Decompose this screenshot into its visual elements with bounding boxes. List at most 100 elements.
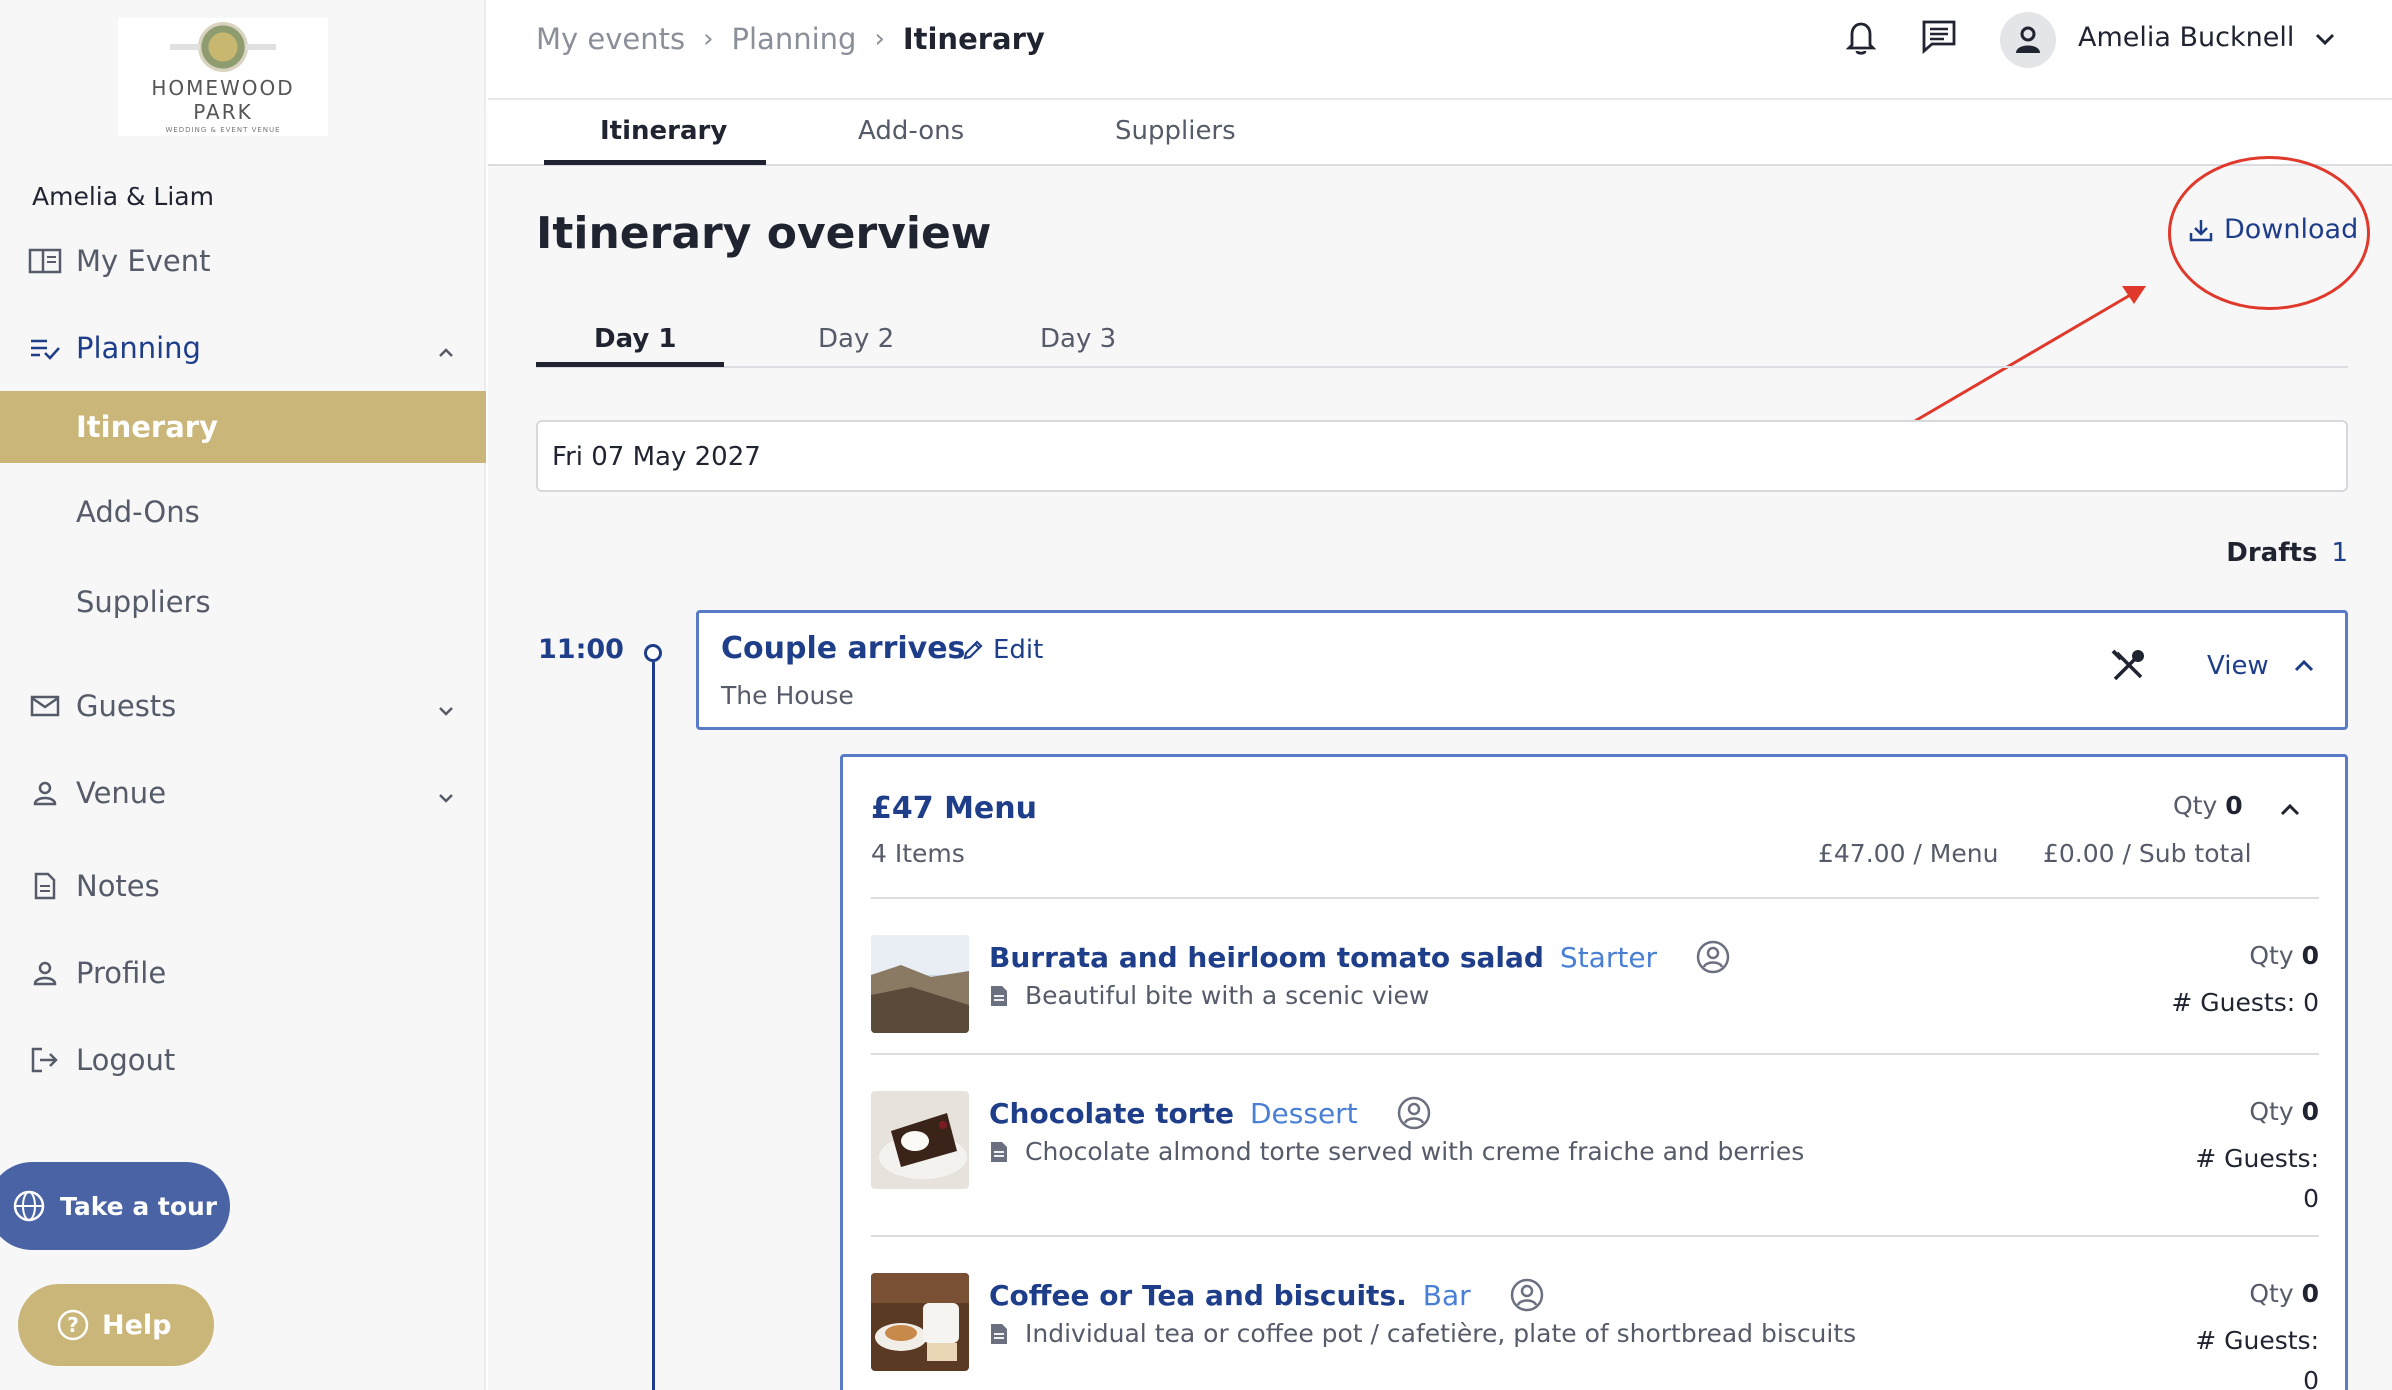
menu-title: £47 Menu xyxy=(871,791,1037,826)
document-icon xyxy=(991,1141,1007,1162)
breadcrumb-planning[interactable]: Planning xyxy=(732,22,857,56)
logo-emblem-icon xyxy=(170,22,276,72)
item-name-row: Burrata and heirloom tomato salad Starte… xyxy=(989,939,1731,975)
main-content: Itinerary overview Download Day 1 Day 2 … xyxy=(488,156,2392,1390)
take-a-tour-button[interactable]: Take a tour xyxy=(0,1162,230,1250)
item-category: Starter xyxy=(1559,940,1658,974)
sidebar-item-label: Planning xyxy=(76,331,201,365)
breadcrumb-my-events[interactable]: My events xyxy=(536,22,685,56)
divider xyxy=(871,1235,2319,1237)
menu-qty-label: Qty xyxy=(2173,791,2218,820)
user-name[interactable]: Amelia Bucknell xyxy=(2078,22,2294,53)
view-toggle-button[interactable]: View xyxy=(2207,651,2317,681)
person-circle-icon xyxy=(1509,1277,1545,1313)
sidebar-item-label: Logout xyxy=(76,1043,176,1077)
book-open-icon xyxy=(26,247,64,275)
tab-day-1[interactable]: Day 1 xyxy=(594,324,676,354)
menu-items-count: 4 Items xyxy=(871,839,965,868)
item-photo-chocolate-torte xyxy=(871,1091,969,1189)
event-title: Couple arrives xyxy=(721,631,966,666)
menu-qty-value: 0 xyxy=(2225,791,2243,820)
item-qty-label: Qty xyxy=(2249,1097,2294,1126)
chevron-down-icon[interactable] xyxy=(2312,26,2338,56)
item-description-row: Individual tea or coffee pot / cafetière… xyxy=(989,1319,1856,1348)
user-icon xyxy=(2016,26,2040,53)
person-circle-icon xyxy=(1695,939,1731,975)
item-guests-value: 0 xyxy=(2303,1184,2319,1213)
sidebar-item-add-ons[interactable]: Add-Ons xyxy=(0,482,486,542)
item-category: Bar xyxy=(1422,1278,1471,1312)
venue-logo[interactable]: HOMEWOOD PARK WEDDING & EVENT VENUE xyxy=(118,18,328,136)
event-location: The House xyxy=(721,681,854,710)
item-name-row: Chocolate torte Dessert xyxy=(989,1095,1432,1131)
sidebar-item-label: Notes xyxy=(76,869,160,903)
item-name: Chocolate torte xyxy=(989,1096,1234,1130)
sidebar-item-logout[interactable]: Logout xyxy=(0,1030,486,1090)
chevron-up-icon[interactable] xyxy=(2277,797,2303,827)
tab-itinerary[interactable]: Itinerary xyxy=(600,116,727,146)
section-tabs: Itinerary Add-ons Suppliers xyxy=(488,102,2392,166)
annotation-circle xyxy=(2168,156,2370,310)
logout-icon xyxy=(26,1046,64,1074)
tab-suppliers[interactable]: Suppliers xyxy=(1115,116,1236,146)
menu-price: £47.00 / Menu xyxy=(1818,839,1999,868)
sidebar-item-notes[interactable]: Notes xyxy=(0,856,486,916)
item-guests-label: # Guests: xyxy=(2195,1144,2319,1173)
item-guests: # Guests: 0 xyxy=(2195,1139,2319,1219)
sidebar-item-guests[interactable]: Guests xyxy=(0,676,486,736)
timeline-line xyxy=(652,662,655,1390)
sidebar-item-planning[interactable]: Planning xyxy=(0,318,486,378)
date-display: Fri 07 May 2027 xyxy=(536,420,2348,492)
sidebar-item-profile[interactable]: Profile xyxy=(0,943,486,1003)
document-icon xyxy=(26,872,64,900)
sidebar-item-my-event[interactable]: My Event xyxy=(0,231,486,291)
item-description-row: Beautiful bite with a scenic view xyxy=(989,981,1429,1010)
couple-name: Amelia & Liam xyxy=(32,182,214,211)
tab-day-3[interactable]: Day 3 xyxy=(1040,324,1116,354)
drafts-label: Drafts xyxy=(2226,538,2318,568)
item-qty-label: Qty xyxy=(2249,941,2294,970)
tab-add-ons[interactable]: Add-ons xyxy=(858,116,964,146)
item-qty: Qty 0 xyxy=(2249,1097,2319,1126)
person-icon xyxy=(26,780,64,806)
chevron-down-icon[interactable] xyxy=(436,694,456,728)
help-button[interactable]: ? Help xyxy=(18,1284,214,1366)
item-photo-scenic xyxy=(871,935,969,1033)
item-guests-label: # Guests: xyxy=(2195,1326,2319,1355)
user-avatar[interactable] xyxy=(2000,12,2056,68)
item-name: Burrata and heirloom tomato salad xyxy=(989,940,1544,974)
edit-label: Edit xyxy=(993,635,1044,665)
item-description: Beautiful bite with a scenic view xyxy=(1025,981,1430,1010)
document-icon xyxy=(991,985,1007,1006)
drafts-indicator[interactable]: Drafts 1 xyxy=(2226,538,2348,568)
page-title: Itinerary overview xyxy=(536,208,992,259)
event-card: Couple arrives Edit The House View xyxy=(696,610,2348,730)
svg-text:?: ? xyxy=(67,1313,79,1337)
item-name: Coffee or Tea and biscuits. xyxy=(989,1278,1407,1312)
divider xyxy=(871,1053,2319,1055)
sidebar-item-label: Venue xyxy=(76,776,167,810)
logo-text-line3: WEDDING & EVENT VENUE xyxy=(165,126,281,134)
chevron-down-icon[interactable] xyxy=(436,781,456,815)
top-bar: My events › Planning › Itinerary Amelia … xyxy=(488,0,2392,100)
event-time: 11:00 xyxy=(538,634,624,665)
chevron-right-icon: › xyxy=(703,24,714,54)
sidebar-item-suppliers[interactable]: Suppliers xyxy=(0,572,486,632)
logo-text-line2: PARK xyxy=(193,100,253,124)
day-tabs: Day 1 Day 2 Day 3 xyxy=(536,310,2348,368)
item-qty: Qty 0 xyxy=(2249,941,2319,970)
item-photo-coffee-tea xyxy=(871,1273,969,1371)
item-guests: # Guests: 0 xyxy=(2171,988,2319,1017)
breadcrumb: My events › Planning › Itinerary xyxy=(536,22,1045,56)
sidebar-item-venue[interactable]: Venue xyxy=(0,763,486,823)
tab-day-2[interactable]: Day 2 xyxy=(818,324,894,354)
chevron-up-icon[interactable] xyxy=(436,336,456,370)
chat-icon[interactable] xyxy=(1920,18,1958,60)
bell-icon[interactable] xyxy=(1844,18,1878,60)
edit-event-button[interactable]: Edit xyxy=(961,635,1043,665)
chevron-right-icon: › xyxy=(874,24,885,54)
sidebar: HOMEWOOD PARK WEDDING & EVENT VENUE Amel… xyxy=(0,0,486,1390)
sidebar-item-itinerary[interactable]: Itinerary xyxy=(0,391,486,463)
timeline-dot xyxy=(644,644,662,662)
item-name-row: Coffee or Tea and biscuits. Bar xyxy=(989,1277,1545,1313)
